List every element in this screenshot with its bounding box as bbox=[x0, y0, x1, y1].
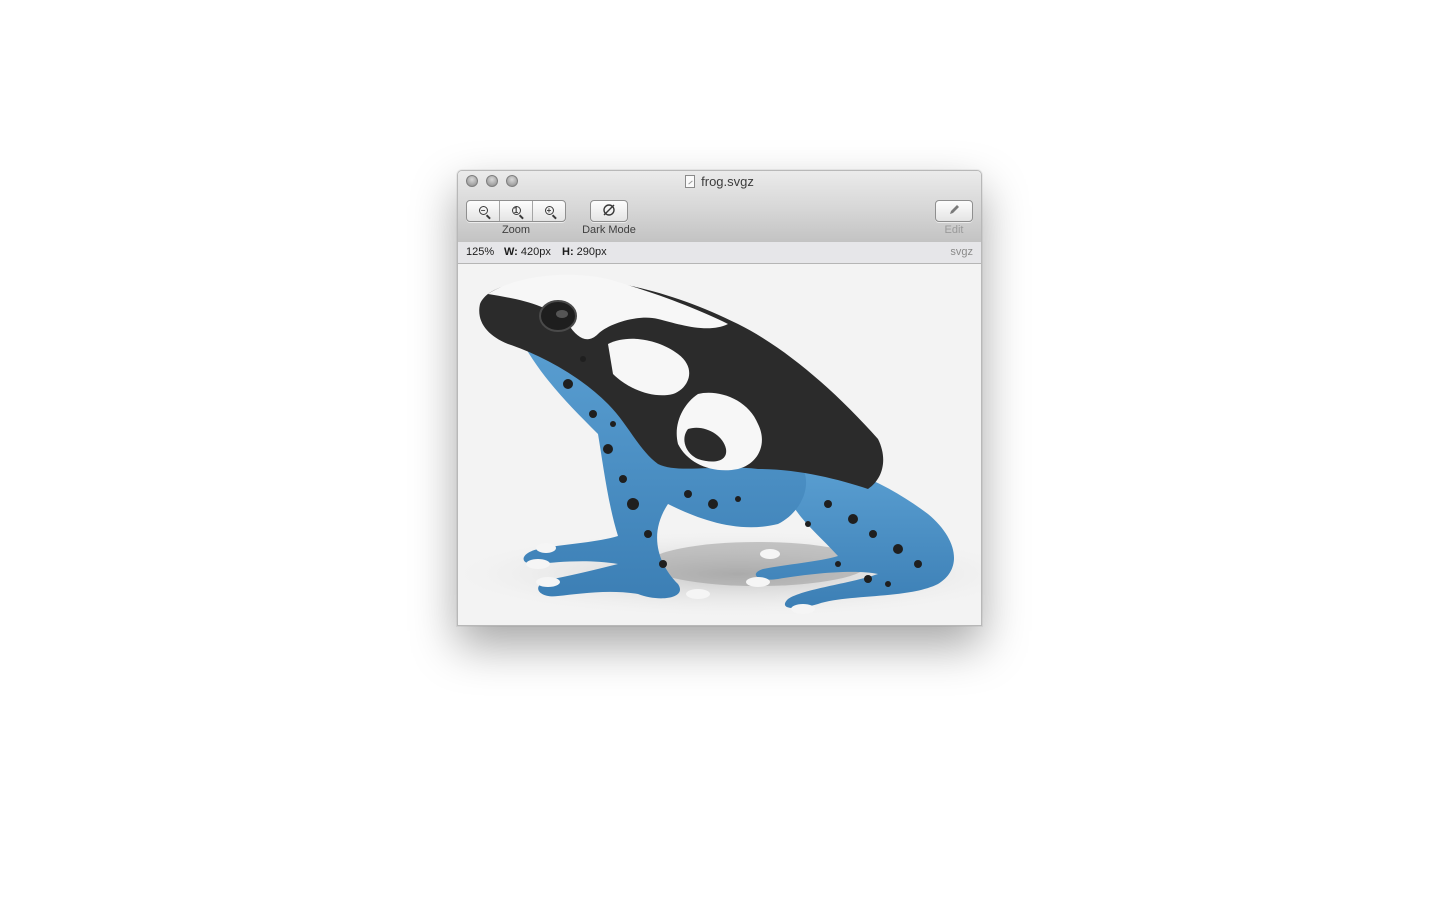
width-label: W: bbox=[504, 246, 518, 258]
info-bar: 125% W: 420px H: 290px svgz bbox=[458, 242, 981, 264]
zoom-out-button[interactable]: − bbox=[467, 201, 499, 221]
edit-button[interactable] bbox=[935, 200, 973, 222]
zoom-label: Zoom bbox=[501, 224, 531, 236]
zoom-in-button[interactable]: + bbox=[532, 201, 565, 221]
image-canvas[interactable] bbox=[458, 264, 981, 625]
pencil-icon bbox=[950, 204, 959, 214]
dark-mode-button[interactable] bbox=[590, 200, 628, 222]
zoom-segmented-control: − 1 + bbox=[466, 200, 566, 222]
zoom-in-icon: + bbox=[544, 206, 554, 216]
width-readout: W: 420px bbox=[504, 242, 551, 263]
frog-image bbox=[458, 274, 981, 616]
height-readout: H: 290px bbox=[562, 242, 607, 263]
width-value: 420px bbox=[520, 246, 551, 258]
zoom-percent: 125% bbox=[466, 246, 495, 258]
preview-window: frog.svgz − 1 + Zoom Dark Mode Edit 125%… bbox=[457, 170, 982, 626]
window-title-text: frog.svgz bbox=[701, 174, 754, 189]
dark-mode-label: Dark Mode bbox=[582, 224, 636, 236]
height-label: H: bbox=[562, 246, 574, 258]
file-format: svgz bbox=[950, 246, 973, 258]
zoom-actual-size-button[interactable]: 1 bbox=[499, 201, 532, 221]
zoom-actual-size-icon: 1 bbox=[511, 206, 521, 216]
document-icon bbox=[685, 175, 696, 188]
window-title: frog.svgz bbox=[458, 173, 981, 191]
height-value: 290px bbox=[576, 246, 607, 258]
titlebar: frog.svgz − 1 + Zoom Dark Mode Edit bbox=[458, 171, 981, 243]
zoom-out-icon: − bbox=[478, 206, 488, 216]
dark-mode-icon bbox=[603, 204, 615, 216]
edit-label: Edit bbox=[944, 224, 964, 236]
